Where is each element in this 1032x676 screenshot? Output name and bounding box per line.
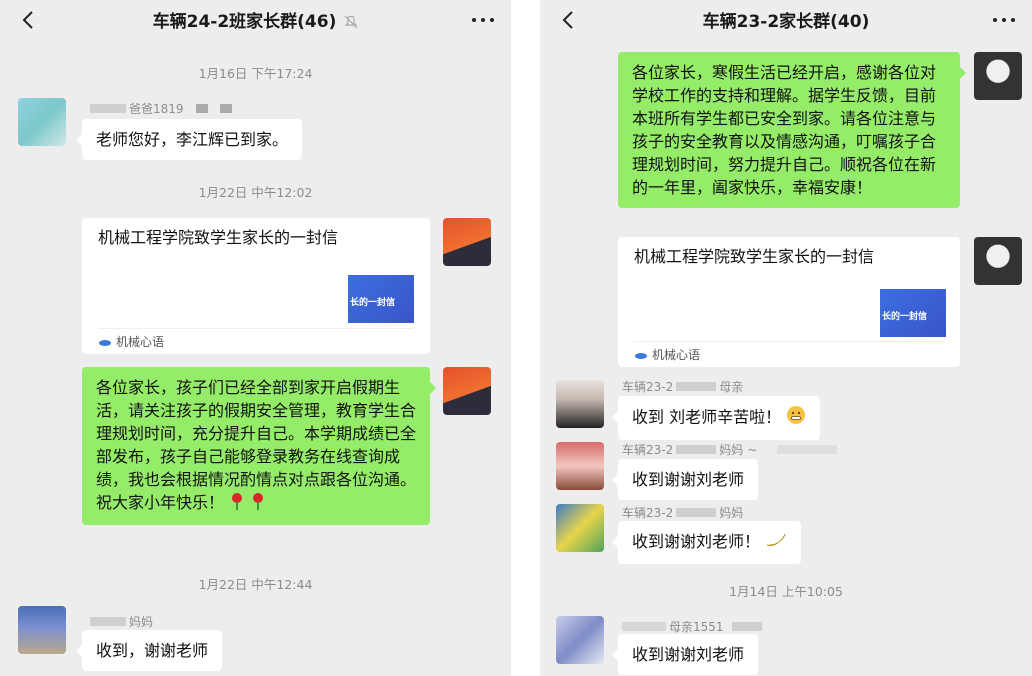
source-logo-icon <box>99 339 111 346</box>
avatar[interactable] <box>18 98 66 146</box>
message-bubble[interactable]: 收到谢谢刘老师 <box>611 459 759 500</box>
article-source: 机械心语 <box>634 341 944 367</box>
chat-header: 车辆24-2班家长群(46) <box>0 0 511 40</box>
sender-name: 妈妈 <box>90 613 153 630</box>
announcement-bubble[interactable]: 各位家长，孩子们已经全部到家开启假期生活，请关注孩子的假期安全管理，教育学生合理… <box>82 367 436 525</box>
banana-emoji-icon <box>765 531 787 555</box>
left-chat-window: 车辆24-2班家长群(46) 1月16日 下午17:24 爸爸1819 老师您好… <box>0 0 511 676</box>
avatar[interactable] <box>556 504 604 552</box>
chat-header: 车辆23-2家长群(40) <box>540 0 1032 40</box>
avatar[interactable] <box>556 442 604 490</box>
announcement-bubble[interactable]: 各位家长，寒假生活已经开启，感谢各位对学校工作的支持和理解。据学生反馈，目前本班… <box>618 52 966 208</box>
message-bubble[interactable]: 收到 刘老师辛苦啦！ <box>611 396 821 440</box>
article-thumbnail: 长的一封信 <box>348 275 414 323</box>
rose-emoji-icon <box>250 492 266 516</box>
right-chat-window: 车辆23-2家长群(40) 各位家长，寒假生活已经开启，感谢各位对学校工作的支持… <box>540 0 1032 676</box>
sender-name: 母亲1551 <box>622 618 762 635</box>
sender-name: 爸爸1819 <box>90 100 232 117</box>
avatar[interactable] <box>18 606 66 654</box>
sender-name: 车辆23-2 妈妈 ~ <box>622 441 838 458</box>
sender-name: 车辆23-2 母亲 <box>622 380 744 394</box>
message-bubble[interactable]: 老师您好，李江辉已到家。 <box>75 119 303 160</box>
chat-title: 车辆24-2班家长群(46) <box>0 7 511 32</box>
more-options-icon[interactable] <box>469 10 497 30</box>
article-title: 机械工程学院致学生家长的一封信 <box>98 228 339 247</box>
timestamp: 1月14日 上午10:05 <box>729 584 843 599</box>
avatar[interactable] <box>556 380 604 428</box>
teacher-avatar[interactable] <box>974 52 1022 100</box>
rose-emoji-icon <box>229 492 245 516</box>
timestamp: 1月22日 中午12:02 <box>198 185 313 200</box>
article-thumbnail: 长的一封信 <box>880 289 946 337</box>
message-bubble[interactable]: 收到，谢谢老师 <box>75 630 223 671</box>
article-title: 机械工程学院致学生家长的一封信 <box>634 247 875 266</box>
grin-emoji-icon <box>786 405 806 431</box>
mute-icon <box>344 15 358 29</box>
timestamp: 1月22日 中午12:44 <box>198 577 313 592</box>
timestamp: 1月16日 下午17:24 <box>198 66 313 81</box>
avatar[interactable] <box>556 616 604 664</box>
message-bubble[interactable]: 收到谢谢刘老师！ <box>611 521 802 564</box>
teacher-avatar[interactable] <box>443 218 491 266</box>
article-card[interactable]: 机械工程学院致学生家长的一封信 长的一封信 机械心语 <box>82 218 430 354</box>
source-logo-icon <box>635 352 647 359</box>
sender-name: 车辆23-2 妈妈 <box>622 506 744 520</box>
article-card[interactable]: 机械工程学院致学生家长的一封信 长的一封信 机械心语 <box>618 237 960 367</box>
chat-title: 车辆23-2家长群(40) <box>702 12 870 32</box>
teacher-avatar[interactable] <box>443 367 491 415</box>
article-source: 机械心语 <box>98 328 414 354</box>
message-bubble[interactable]: 收到谢谢刘老师 <box>611 634 759 675</box>
more-options-icon[interactable] <box>990 10 1018 30</box>
teacher-avatar[interactable] <box>974 237 1022 285</box>
